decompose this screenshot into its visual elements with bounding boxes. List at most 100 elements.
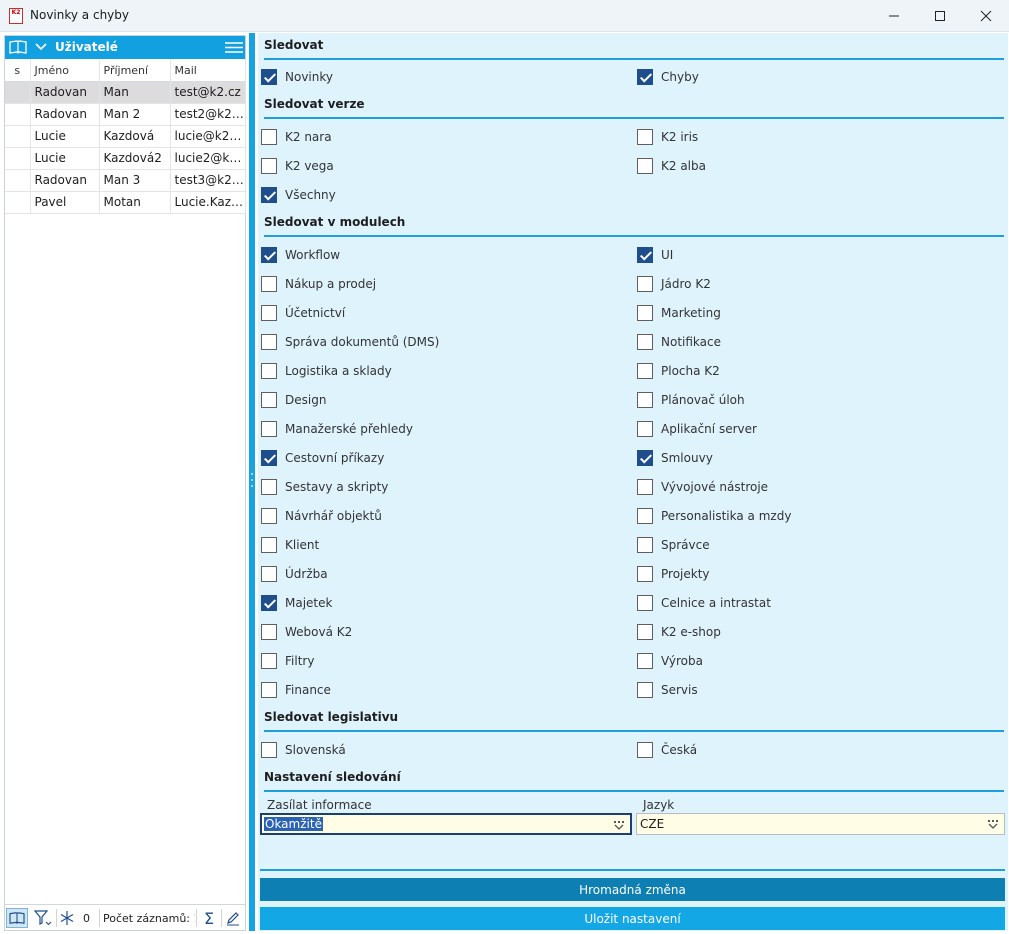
checkbox-webova-k2[interactable]: Webová K2	[261, 622, 352, 642]
language-select[interactable]: CZE	[636, 813, 1005, 835]
checkbox-unchecked-icon[interactable]	[637, 334, 653, 350]
checkbox-unchecked-icon[interactable]	[261, 158, 277, 174]
checkbox-spravce[interactable]: Správce	[637, 535, 710, 555]
checkbox-unchecked-icon[interactable]	[261, 508, 277, 524]
checkbox-k2-e-shop[interactable]: K2 e-shop	[637, 622, 721, 642]
checkbox-jadro-k2[interactable]: Jádro K2	[637, 274, 711, 294]
checkbox-unchecked-icon[interactable]	[261, 363, 277, 379]
checkbox-unchecked-icon[interactable]	[637, 276, 653, 292]
checkbox-unchecked-icon[interactable]	[637, 363, 653, 379]
checkbox-unchecked-icon[interactable]	[261, 392, 277, 408]
table-row[interactable]: Radovan Man 2 test2@k2.cz	[5, 103, 246, 126]
bulk-change-button[interactable]: Hromadná změna	[260, 878, 1005, 901]
table-row[interactable]: Lucie Kazdová lucie@k2.cz	[5, 125, 246, 148]
minimize-button[interactable]	[871, 0, 917, 31]
checkbox-checked-icon[interactable]	[261, 187, 277, 203]
checkbox-cestovni-prikazy[interactable]: Cestovní příkazy	[261, 448, 384, 468]
checkbox-servis[interactable]: Servis	[637, 680, 698, 700]
checkbox-unchecked-icon[interactable]	[637, 305, 653, 321]
checkbox-plocha-k2[interactable]: Plocha K2	[637, 361, 720, 381]
column-header-last-name[interactable]: Příjmení	[99, 60, 171, 82]
checkbox-k2-nara[interactable]: K2 nara	[261, 127, 332, 147]
checkbox-vyvojove-nastroje[interactable]: Vývojové nástroje	[637, 477, 768, 497]
table-row[interactable]: PavelMotanLucie.Kazdova@k2.cz	[5, 191, 246, 214]
checkbox-unchecked-icon[interactable]	[637, 508, 653, 524]
checkbox-udrzba[interactable]: Údržba	[261, 564, 328, 584]
hamburger-menu-icon[interactable]	[224, 40, 244, 55]
checkbox-notifikace[interactable]: Notifikace	[637, 332, 721, 352]
checkbox-unchecked-icon[interactable]	[637, 624, 653, 640]
checkbox-checked-icon[interactable]	[261, 450, 277, 466]
column-header-s[interactable]: s	[5, 60, 31, 82]
checkbox-unchecked-icon[interactable]	[261, 742, 277, 758]
chevron-down-icon[interactable]	[34, 40, 48, 54]
checkbox-checked-icon[interactable]	[637, 247, 653, 263]
checkbox-unchecked-icon[interactable]	[637, 392, 653, 408]
close-button[interactable]	[963, 0, 1009, 31]
checkbox-klient[interactable]: Klient	[261, 535, 319, 555]
checkbox-unchecked-icon[interactable]	[637, 158, 653, 174]
table-row[interactable]: LucieKazdová2lucie2@k2.cz	[5, 147, 246, 170]
checkbox-novinky[interactable]: Novinky	[261, 67, 333, 87]
table-row[interactable]: Radovan Man test@k2.cz	[5, 81, 246, 104]
checkbox-unchecked-icon[interactable]	[261, 624, 277, 640]
checkbox-projekty[interactable]: Projekty	[637, 564, 710, 584]
checkbox-design[interactable]: Design	[261, 390, 326, 410]
checkbox-vyroba[interactable]: Výroba	[637, 651, 703, 671]
save-settings-button[interactable]: Uložit nastavení	[260, 907, 1005, 930]
checkbox-aplikacni-server[interactable]: Aplikační server	[637, 419, 757, 439]
checkbox-unchecked-icon[interactable]	[261, 537, 277, 553]
checkbox-unchecked-icon[interactable]	[637, 129, 653, 145]
checkbox-personalistika-a-mzdy[interactable]: Personalistika a mzdy	[637, 506, 791, 526]
checkbox-celnice-a-intrastat[interactable]: Celnice a intrastat	[637, 593, 771, 613]
checkbox-planovac-uloh[interactable]: Plánovač úloh	[637, 390, 745, 410]
checkbox-sprava-dokumentu-dms[interactable]: Správa dokumentů (DMS)	[261, 332, 439, 352]
checkbox-majetek[interactable]: Majetek	[261, 593, 332, 613]
checkbox-unchecked-icon[interactable]	[261, 129, 277, 145]
checkbox-ucetnictvi[interactable]: Účetnictví	[261, 303, 345, 323]
checkbox-navrhar-objektu[interactable]: Návrhář objektů	[261, 506, 382, 526]
checkbox-k2-vega[interactable]: K2 vega	[261, 156, 334, 176]
sum-button[interactable]: Σ	[200, 908, 218, 928]
checkbox-k2-iris[interactable]: K2 iris	[637, 127, 698, 147]
panel-splitter[interactable]	[249, 33, 255, 931]
checkbox-unchecked-icon[interactable]	[261, 305, 277, 321]
checkbox-unchecked-icon[interactable]	[637, 421, 653, 437]
checkbox-checked-icon[interactable]	[261, 69, 277, 85]
checkbox-workflow[interactable]: Workflow	[261, 245, 340, 265]
checkbox-checked-icon[interactable]	[637, 450, 653, 466]
column-header-mail[interactable]: Mail	[170, 60, 246, 82]
checkbox-slovenska[interactable]: Slovenská	[261, 740, 346, 760]
checkbox-unchecked-icon[interactable]	[261, 276, 277, 292]
checkbox-unchecked-icon[interactable]	[637, 537, 653, 553]
checkbox-marketing[interactable]: Marketing	[637, 303, 721, 323]
checkbox-unchecked-icon[interactable]	[637, 479, 653, 495]
checkbox-smlouvy[interactable]: Smlouvy	[637, 448, 713, 468]
filter-button[interactable]	[33, 908, 53, 928]
checkbox-finance[interactable]: Finance	[261, 680, 331, 700]
checkbox-unchecked-icon[interactable]	[637, 595, 653, 611]
maximize-button[interactable]	[917, 0, 963, 31]
checkbox-ceska[interactable]: Česká	[637, 740, 697, 760]
snowflake-button[interactable]	[59, 908, 77, 928]
checkbox-unchecked-icon[interactable]	[261, 334, 277, 350]
checkbox-unchecked-icon[interactable]	[261, 566, 277, 582]
checkbox-checked-icon[interactable]	[261, 247, 277, 263]
column-header-first-name[interactable]: Jméno	[30, 60, 100, 82]
edit-button[interactable]	[225, 908, 243, 928]
checkbox-unchecked-icon[interactable]	[637, 742, 653, 758]
checkbox-sestavy-a-skripty[interactable]: Sestavy a skripty	[261, 477, 388, 497]
checkbox-checked-icon[interactable]	[637, 69, 653, 85]
checkbox-unchecked-icon[interactable]	[637, 653, 653, 669]
checkbox-unchecked-icon[interactable]	[637, 682, 653, 698]
send-info-select[interactable]: Okamžitě	[260, 813, 632, 835]
checkbox-filtry[interactable]: Filtry	[261, 651, 314, 671]
checkbox-unchecked-icon[interactable]	[637, 566, 653, 582]
checkbox-nakup-a-prodej[interactable]: Nákup a prodej	[261, 274, 376, 294]
checkbox-unchecked-icon[interactable]	[261, 479, 277, 495]
checkbox-unchecked-icon[interactable]	[261, 682, 277, 698]
checkbox-manazerske-prehledy[interactable]: Manažerské přehledy	[261, 419, 413, 439]
table-row[interactable]: Radovan Man 3 test3@k2.cz	[5, 169, 246, 192]
checkbox-unchecked-icon[interactable]	[261, 653, 277, 669]
checkbox-chyby[interactable]: Chyby	[637, 67, 699, 87]
